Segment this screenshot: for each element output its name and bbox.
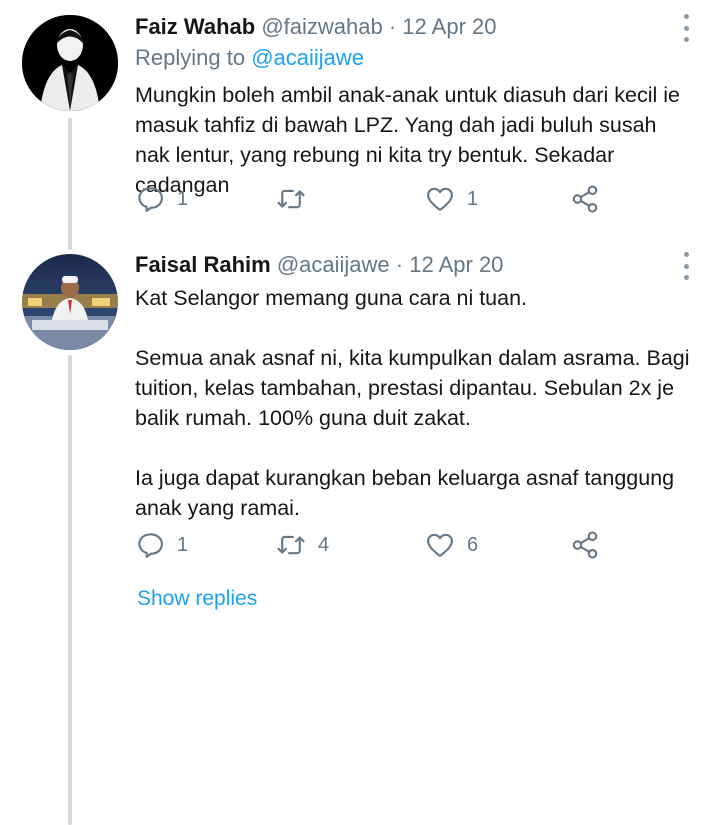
replying-handle-link[interactable]: @acaiijawe — [251, 45, 364, 70]
like-count: 6 — [467, 533, 479, 556]
presenter-photo-avatar-icon — [22, 254, 118, 350]
timestamp[interactable]: 12 Apr 20 — [402, 14, 496, 39]
tweet-paragraph: Semua anak asnaf ni, kita kumpulkan dala… — [135, 346, 690, 430]
more-options-icon[interactable] — [676, 252, 696, 280]
like-button[interactable]: 1 — [425, 184, 478, 214]
retweet-button[interactable]: 4 — [276, 530, 329, 560]
tweet-text: Mungkin boleh ambil anak-anak untuk dias… — [135, 80, 695, 200]
reply-count: 1 — [177, 533, 189, 556]
share-icon — [572, 185, 598, 213]
more-options-icon[interactable] — [676, 14, 696, 42]
tweet-header: Faisal Rahim @acaiijawe · 12 Apr 20 — [135, 251, 503, 279]
thread-line — [68, 118, 72, 250]
retweet-icon — [277, 535, 305, 555]
replying-label: Replying to — [135, 45, 252, 70]
display-name[interactable]: Faisal Rahim — [135, 252, 271, 277]
like-icon — [427, 187, 453, 211]
reply-button[interactable]: 1 — [135, 184, 188, 214]
suit-silhouette-avatar-icon — [22, 15, 118, 111]
timestamp[interactable]: 12 Apr 20 — [409, 252, 503, 277]
reply-icon — [138, 187, 163, 212]
share-button[interactable] — [570, 184, 600, 214]
display-name[interactable]: Faiz Wahab — [135, 14, 255, 39]
avatar[interactable] — [22, 254, 118, 350]
like-count: 1 — [467, 187, 479, 210]
action-bar: 1 4 6 — [133, 530, 633, 560]
show-replies-link[interactable]: Show replies — [137, 587, 257, 611]
like-icon — [427, 533, 453, 557]
like-button[interactable]: 6 — [425, 530, 478, 560]
tweet-text: Kat Selangor memang guna cara ni tuan. S… — [135, 283, 695, 523]
reply-icon — [138, 533, 163, 558]
replying-to: Replying to @acaiijawe — [135, 44, 364, 72]
avatar[interactable] — [22, 15, 118, 111]
tweet-paragraph: Ia juga dapat kurangkan beban keluarga a… — [135, 466, 675, 520]
reply-count: 1 — [177, 187, 189, 210]
share-button[interactable] — [570, 530, 600, 560]
tweet[interactable]: Faisal Rahim @acaiijawe · 12 Apr 20 Kat … — [0, 240, 720, 825]
tweet-paragraph: Mungkin boleh ambil anak-anak untuk dias… — [135, 83, 680, 197]
share-icon — [572, 531, 598, 559]
user-handle[interactable]: @faizwahab — [261, 14, 382, 39]
separator: · — [389, 252, 410, 277]
tweet[interactable]: Faiz Wahab @faizwahab · 12 Apr 20 Replyi… — [0, 0, 720, 250]
reply-button[interactable]: 1 — [135, 530, 188, 560]
tweet-header: Faiz Wahab @faizwahab · 12 Apr 20 — [135, 13, 496, 41]
separator: · — [382, 14, 403, 39]
action-bar: 1 1 — [133, 184, 633, 214]
user-handle[interactable]: @acaiijawe — [277, 252, 390, 277]
thread-continuation-dots — [67, 590, 73, 612]
retweet-button[interactable] — [276, 184, 318, 214]
retweet-icon — [277, 189, 305, 209]
retweet-count: 4 — [318, 533, 330, 556]
tweet-paragraph: Kat Selangor memang guna cara ni tuan. — [135, 286, 528, 310]
